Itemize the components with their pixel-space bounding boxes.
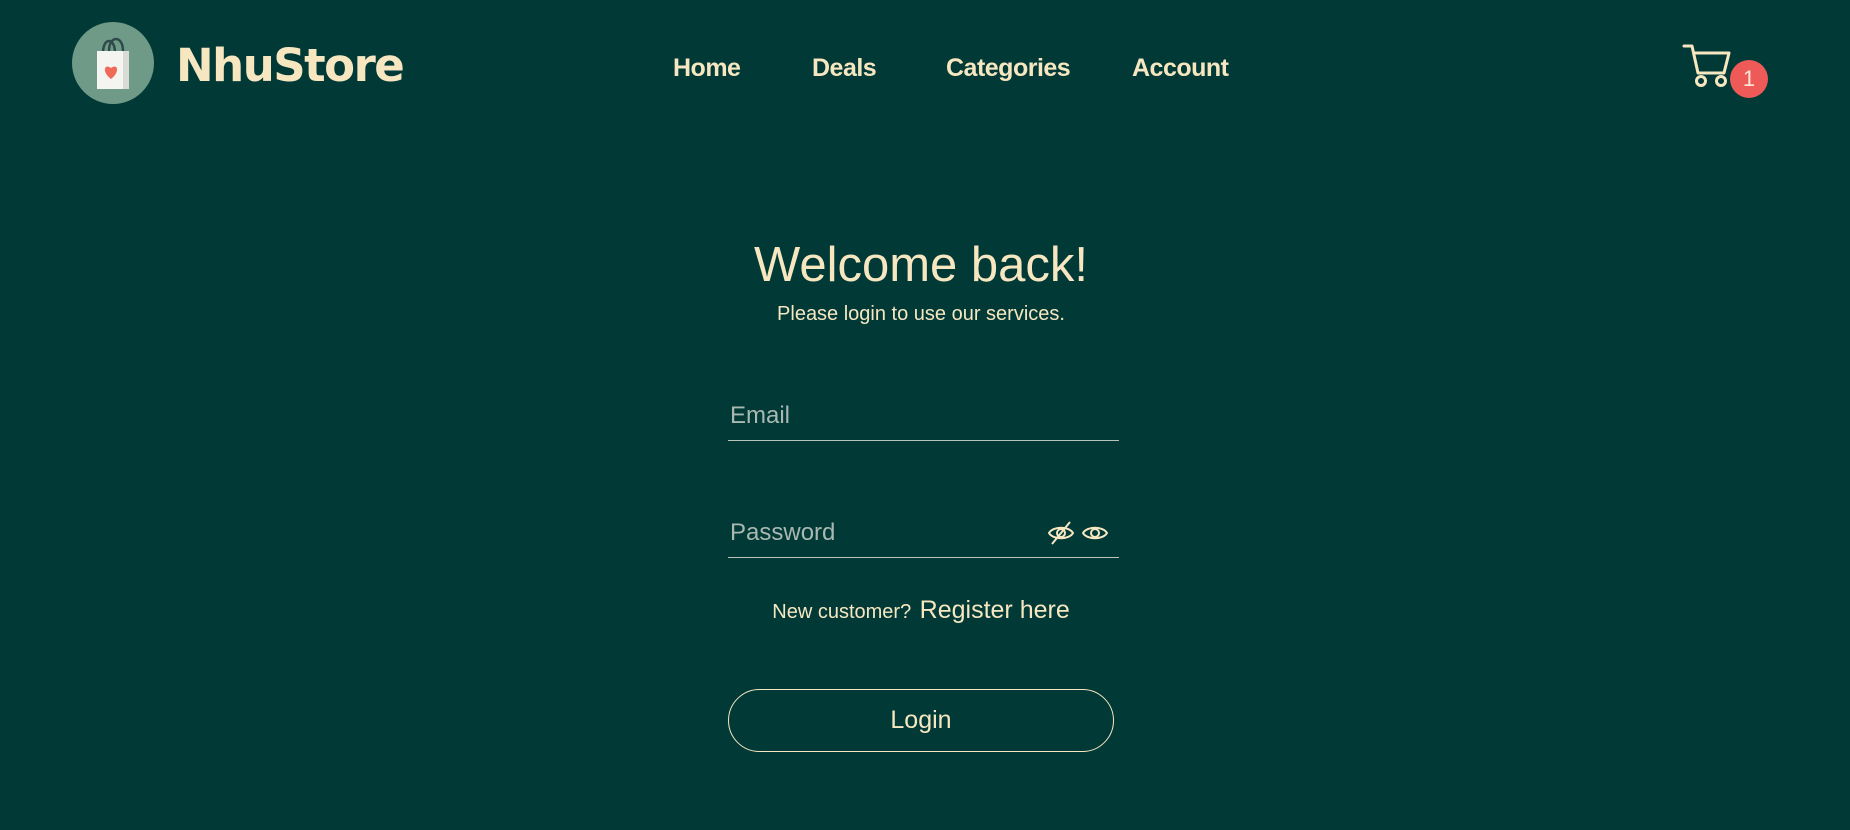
eye-slash-icon[interactable] bbox=[1047, 520, 1075, 546]
login-page: NhuStore Home Deals Categories Account 1… bbox=[0, 0, 1850, 830]
email-field[interactable] bbox=[730, 391, 1050, 441]
password-visibility-toggle[interactable] bbox=[1047, 520, 1109, 546]
nav-deals[interactable]: Deals bbox=[812, 52, 877, 84]
password-field[interactable] bbox=[730, 508, 1050, 558]
register-prompt: New customer? Register here bbox=[0, 594, 1842, 630]
password-field-container bbox=[728, 508, 1119, 558]
email-field-container bbox=[728, 391, 1119, 441]
nav-account[interactable]: Account bbox=[1132, 52, 1229, 84]
main-nav: Home Deals Categories Account bbox=[0, 52, 1850, 84]
register-prompt-text: New customer? bbox=[772, 601, 912, 623]
cart-count-badge: 1 bbox=[1730, 60, 1768, 98]
page-title: Welcome back! bbox=[753, 238, 1089, 292]
eye-icon[interactable] bbox=[1081, 520, 1109, 546]
page-subtitle: Please login to use our services. bbox=[777, 303, 1065, 325]
login-button[interactable]: Login bbox=[728, 689, 1114, 752]
nav-home[interactable]: Home bbox=[673, 52, 741, 84]
register-link[interactable]: Register here bbox=[920, 596, 1070, 624]
cart-icon bbox=[1682, 44, 1731, 87]
cart-button[interactable] bbox=[1682, 43, 1732, 89]
nav-categories[interactable]: Categories bbox=[946, 52, 1071, 84]
